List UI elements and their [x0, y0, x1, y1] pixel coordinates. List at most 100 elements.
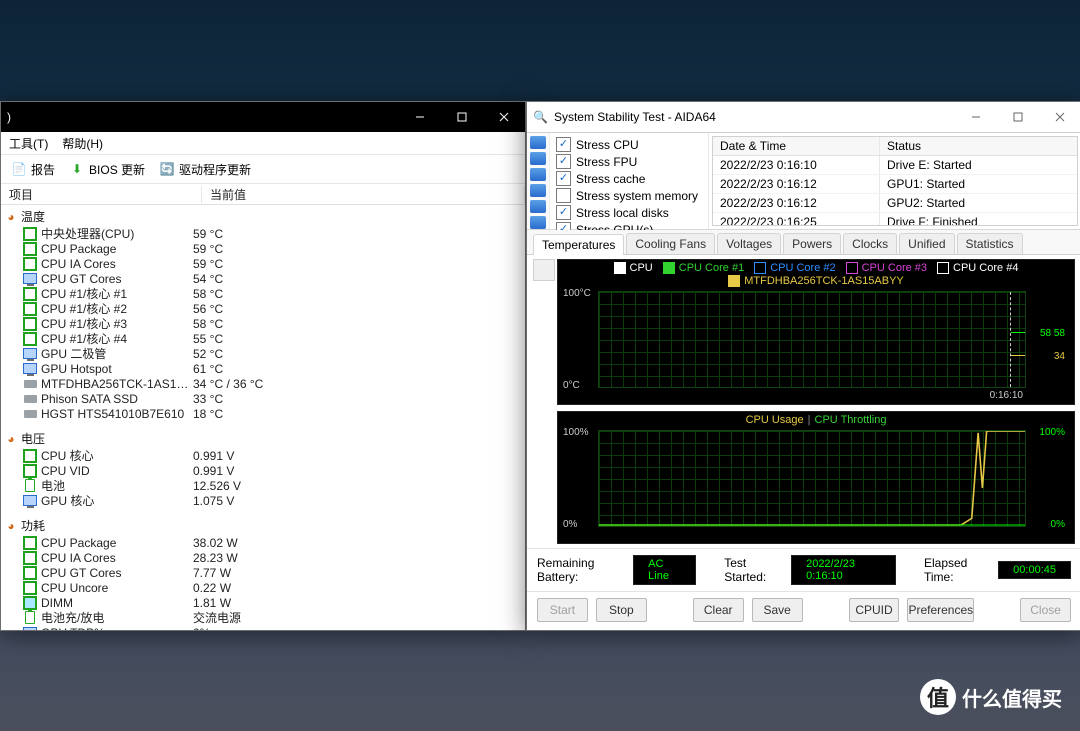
sensor-row[interactable]: CPU GT Cores7.77 W — [1, 565, 525, 580]
col-datetime[interactable]: Date & Time — [713, 137, 880, 155]
sensor-list[interactable]: ◕温度中央处理器(CPU)59 °CCPU Package59 °CCPU IA… — [1, 205, 525, 630]
stress-option[interactable]: Stress cache — [556, 171, 704, 186]
titlebar[interactable]: 🔍System Stability Test - AIDA64 — [527, 102, 1080, 133]
checkbox[interactable] — [556, 171, 571, 186]
tab-powers[interactable]: Powers — [783, 233, 841, 254]
batt-icon — [23, 612, 37, 624]
test-started-label: Test Started: — [724, 556, 781, 584]
sensor-label: CPU Uncore — [41, 581, 193, 595]
sensor-row[interactable]: CPU #1/核心 #158 °C — [1, 286, 525, 301]
sensor-row[interactable]: 电池充/放电交流电源 — [1, 610, 525, 625]
titlebar[interactable]: ) — [1, 102, 525, 132]
col-value[interactable]: 当前值 — [202, 186, 525, 203]
maximize-button[interactable] — [441, 102, 483, 132]
chip-icon — [23, 582, 37, 594]
sensor-row[interactable]: CPU #1/核心 #256 °C — [1, 301, 525, 316]
sensor-row[interactable]: CPU IA Cores28.23 W — [1, 550, 525, 565]
status-row[interactable]: 2022/2/23 0:16:25Drive F: Finished — [713, 213, 1077, 226]
stress-option[interactable]: Stress FPU — [556, 154, 704, 169]
menu-tools[interactable]: 工具(T) — [9, 135, 48, 152]
checkbox[interactable] — [556, 205, 571, 220]
col-status[interactable]: Status — [880, 137, 1077, 155]
sensor-row[interactable]: GPU Hotspot61 °C — [1, 361, 525, 376]
legend-ssd[interactable]: MTFDHBA256TCK-1AS15ABYY — [744, 275, 904, 287]
sensor-label: CPU VID — [41, 464, 193, 478]
menu-help[interactable]: 帮助(H) — [62, 135, 103, 152]
close-button[interactable] — [1039, 102, 1080, 132]
stress-option[interactable]: Stress local disks — [556, 205, 704, 220]
status-row[interactable]: 2022/2/23 0:16:10Drive E: Started — [713, 156, 1077, 175]
sensor-row[interactable]: CPU Uncore0.22 W — [1, 580, 525, 595]
sensor-label: GPU 核心 — [41, 492, 193, 509]
sensor-row[interactable]: MTFDHBA256TCK-1AS15ABYY34 °C / 36 °C — [1, 376, 525, 391]
elapsed-time-value: 00:00:45 — [998, 561, 1071, 579]
charts-area: CPUCPU Core #1CPU Core #2CPU Core #3CPU … — [527, 255, 1080, 548]
preferences-button[interactable]: Preferences — [907, 598, 974, 622]
start-button[interactable]: Start — [537, 598, 588, 622]
checkbox[interactable] — [556, 154, 571, 169]
clear-button[interactable]: Clear — [693, 598, 744, 622]
cpuid-button[interactable]: CPUID — [849, 598, 900, 622]
sensor-row[interactable]: CPU 核心0.991 V — [1, 448, 525, 463]
footer-status: Remaining Battery: AC Line Test Started:… — [527, 548, 1080, 591]
checkbox[interactable] — [556, 188, 571, 203]
sensor-row[interactable]: 电池12.526 V — [1, 478, 525, 493]
tab-voltages[interactable]: Voltages — [717, 233, 781, 254]
sensor-row[interactable]: HGST HTS541010B7E61018 °C — [1, 406, 525, 421]
section-power[interactable]: ◕功耗 — [1, 516, 525, 535]
tab-temperatures[interactable]: Temperatures — [533, 234, 624, 255]
report-button[interactable]: 📄报告 — [7, 159, 59, 180]
tab-statistics[interactable]: Statistics — [957, 233, 1023, 254]
side-icons — [527, 133, 550, 229]
col-item[interactable]: 项目 — [1, 186, 202, 203]
sensor-value: 33 °C — [193, 392, 525, 406]
tab-unified[interactable]: Unified — [899, 233, 954, 254]
stress-option[interactable]: Stress system memory — [556, 188, 704, 203]
status-row[interactable]: 2022/2/23 0:16:12GPU2: Started — [713, 194, 1077, 213]
sensor-row[interactable]: DIMM1.81 W — [1, 595, 525, 610]
sensor-row[interactable]: CPU #1/核心 #455 °C — [1, 331, 525, 346]
stop-button[interactable]: Stop — [596, 598, 647, 622]
chip-icon — [23, 465, 37, 477]
sensor-label: CPU Package — [41, 242, 193, 256]
sensor-row[interactable]: GPU 二极管52 °C — [1, 346, 525, 361]
tab-clocks[interactable]: Clocks — [843, 233, 897, 254]
tabs: TemperaturesCooling FansVoltagesPowersCl… — [527, 230, 1080, 255]
section-temp[interactable]: ◕温度 — [1, 207, 525, 226]
sensor-row[interactable]: Phison SATA SSD33 °C — [1, 391, 525, 406]
driver-update-button[interactable]: 🔄驱动程序更新 — [155, 159, 255, 180]
sensor-row[interactable]: GPU TDP%0% — [1, 625, 525, 630]
sensor-row[interactable]: CPU GT Cores54 °C — [1, 271, 525, 286]
stress-option[interactable]: Stress CPU — [556, 137, 704, 152]
minimize-button[interactable] — [955, 102, 997, 132]
download-icon: ⬇ — [69, 161, 85, 177]
tab-cooling-fans[interactable]: Cooling Fans — [626, 233, 715, 254]
sensor-row[interactable]: CPU #1/核心 #358 °C — [1, 316, 525, 331]
save-button[interactable]: Save — [752, 598, 803, 622]
hdd-icon — [23, 408, 37, 420]
sensor-value: 28.23 W — [193, 551, 525, 565]
maximize-button[interactable] — [997, 102, 1039, 132]
section-volt[interactable]: ◕电压 — [1, 429, 525, 448]
close-button[interactable] — [483, 102, 525, 132]
sensors-window: ) 工具(T) 帮助(H) 📄报告 ⬇BIOS 更新 🔄驱动程序更新 项目 当前… — [0, 101, 526, 631]
sensor-row[interactable]: CPU Package38.02 W — [1, 535, 525, 550]
close-dialog-button[interactable]: Close — [1020, 598, 1071, 622]
sensor-row[interactable]: CPU IA Cores59 °C — [1, 256, 525, 271]
section-label: 功耗 — [21, 517, 45, 534]
sensor-value: 34 °C / 36 °C — [193, 377, 525, 391]
title-chevron: ) — [7, 110, 11, 124]
status-row[interactable]: 2022/2/23 0:16:12GPU1: Started — [713, 175, 1077, 194]
status-datetime: 2022/2/23 0:16:10 — [713, 156, 880, 174]
status-log[interactable]: Date & TimeStatus 2022/2/23 0:16:10Drive… — [712, 136, 1078, 226]
mon-icon — [23, 363, 37, 375]
checkbox[interactable] — [556, 137, 571, 152]
sensor-row[interactable]: CPU Package59 °C — [1, 241, 525, 256]
sensor-row[interactable]: CPU VID0.991 V — [1, 463, 525, 478]
minimize-button[interactable] — [399, 102, 441, 132]
sensor-row[interactable]: 中央处理器(CPU)59 °C — [1, 226, 525, 241]
watermark-badge-icon: 值 — [920, 679, 956, 715]
mon-icon — [23, 348, 37, 360]
bios-update-button[interactable]: ⬇BIOS 更新 — [65, 159, 149, 180]
sensor-row[interactable]: GPU 核心1.075 V — [1, 493, 525, 508]
